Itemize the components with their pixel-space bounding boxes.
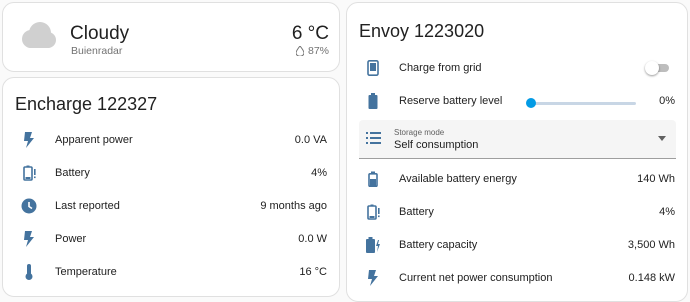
toggle-knob xyxy=(645,60,659,75)
weather-humidity: 87% xyxy=(295,45,329,57)
entity-row-last-reported[interactable]: Last reported 9 months ago xyxy=(3,189,339,222)
reserve-battery-slider[interactable] xyxy=(526,98,636,108)
entity-value: 16 °C xyxy=(299,265,327,278)
battery-icon xyxy=(363,91,383,111)
entity-row-temperature[interactable]: Temperature 16 °C xyxy=(3,255,339,288)
entity-label: Charge from grid xyxy=(399,61,482,74)
cloudy-icon xyxy=(22,22,56,48)
entity-row-available-battery-energy[interactable]: Available battery energy 140 Wh xyxy=(347,162,687,195)
weather-temperature: 6 °C xyxy=(291,23,329,44)
entity-label: Temperature xyxy=(55,265,117,278)
entity-row-charge-from-grid[interactable]: Charge from grid xyxy=(347,51,687,84)
dropdown-arrow-icon[interactable] xyxy=(658,136,666,141)
battery-charging-icon xyxy=(363,235,383,255)
slider-thumb[interactable] xyxy=(526,98,536,108)
storage-mode-select[interactable]: Storage mode Self consumption xyxy=(359,120,676,159)
entity-row-apparent-power[interactable]: Apparent power 0.0 VA xyxy=(3,123,339,156)
lightning-bolt-icon xyxy=(19,229,39,249)
thermometer-icon xyxy=(19,262,39,282)
entity-value: 140 Wh xyxy=(637,172,675,185)
lightning-bolt-icon xyxy=(363,268,383,288)
entity-value: 9 months ago xyxy=(260,199,327,212)
entity-value: 3,500 Wh xyxy=(627,238,675,251)
lightning-bolt-icon xyxy=(19,130,39,150)
entity-row-battery[interactable]: Battery 4% xyxy=(347,195,687,228)
slider-track xyxy=(528,102,636,105)
entity-row-battery-capacity[interactable]: Battery capacity 3,500 Wh xyxy=(347,228,687,261)
envoy-card: Envoy 1223020 Charge from grid Reserve b… xyxy=(346,2,688,302)
card-title: Envoy 1223020 xyxy=(359,21,485,41)
entity-row-current-net-power-consumption[interactable]: Current net power consumption 0.148 kW xyxy=(347,261,687,294)
cellphone-icon xyxy=(363,58,383,78)
battery-alert-icon xyxy=(363,202,383,222)
card-title: Encharge 122327 xyxy=(15,94,158,114)
weather-source: Buienradar xyxy=(71,45,123,57)
weather-condition: Cloudy xyxy=(70,23,130,44)
charge-from-grid-toggle[interactable] xyxy=(645,60,671,75)
clock-icon xyxy=(19,196,39,216)
entity-value: 0% xyxy=(659,94,675,107)
entity-label: Apparent power xyxy=(55,133,133,146)
format-list-icon xyxy=(366,131,382,150)
entity-value: 0.0 VA xyxy=(294,133,327,146)
entity-value: 0.148 kW xyxy=(628,271,675,284)
humidity-value: 87% xyxy=(307,45,329,57)
encharge-card: Encharge 122327 Apparent power 0.0 VA Ba… xyxy=(2,77,340,297)
select-label: Storage mode xyxy=(394,128,445,137)
entity-label: Current net power consumption xyxy=(399,271,553,284)
entity-label: Power xyxy=(55,232,87,245)
entity-label: Last reported xyxy=(55,199,120,212)
entity-row-reserve-battery-level[interactable]: Reserve battery level 0% xyxy=(347,84,687,117)
entity-value: 4% xyxy=(659,205,675,218)
entity-label: Battery xyxy=(399,205,434,218)
entity-row-power[interactable]: Power 0.0 W xyxy=(3,222,339,255)
entity-row-battery[interactable]: Battery 4% xyxy=(3,156,339,189)
weather-card[interactable]: Cloudy Buienradar 6 °C 87% xyxy=(2,2,340,72)
entity-label: Available battery energy xyxy=(399,172,517,185)
entity-label: Battery xyxy=(55,166,90,179)
entity-value: 0.0 W xyxy=(298,232,327,245)
battery-medium-icon xyxy=(363,169,383,189)
entity-value: 4% xyxy=(311,166,327,179)
select-value: Self consumption xyxy=(394,139,479,151)
entity-label: Battery capacity xyxy=(399,238,478,251)
battery-alert-icon xyxy=(19,163,39,183)
water-percent-icon xyxy=(295,46,304,56)
